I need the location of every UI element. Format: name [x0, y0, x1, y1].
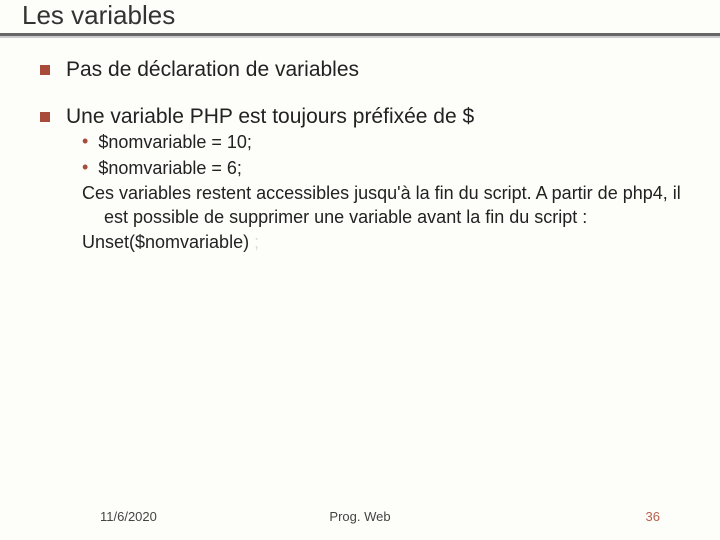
- slide: Les variables Pas de déclaration de vari…: [0, 0, 720, 540]
- page-number: 36: [646, 509, 660, 524]
- dot-bullet-icon: •: [82, 157, 88, 179]
- square-bullet-icon: [40, 65, 50, 75]
- square-bullet-icon: [40, 112, 50, 122]
- sub-bullet-text: $nomvariable = 10;: [98, 131, 252, 154]
- footer-title: Prog. Web: [329, 509, 390, 524]
- bullet-text: Une variable PHP est toujours préfixée d…: [66, 104, 474, 129]
- footer-date: 11/6/2020: [100, 509, 157, 524]
- footer: 11/6/2020 Prog. Web 36: [0, 509, 720, 524]
- slide-title: Les variables: [22, 0, 720, 31]
- dot-bullet-icon: •: [82, 131, 88, 153]
- code-line: Unset($nomvariable) ;: [82, 231, 690, 254]
- bullet-level1: Pas de déclaration de variables: [40, 57, 690, 82]
- bullet-level2: • $nomvariable = 10;: [82, 131, 690, 154]
- bullet-level1: Une variable PHP est toujours préfixée d…: [40, 104, 690, 129]
- sub-bullet-group: • $nomvariable = 10; • $nomvariable = 6;…: [40, 131, 690, 254]
- paragraph-text: Ces variables restent accessibles jusqu'…: [82, 182, 690, 229]
- unset-call: Unset($nomvariable): [82, 232, 249, 252]
- faded-semicolon: ;: [249, 232, 259, 252]
- title-divider: [0, 33, 720, 37]
- title-area: Les variables: [0, 0, 720, 31]
- paragraph-body: Ces variables restent accessibles jusqu'…: [82, 183, 681, 226]
- content-area: Pas de déclaration de variables Une vari…: [0, 35, 720, 254]
- bullet-text: Pas de déclaration de variables: [66, 57, 359, 82]
- sub-bullet-text: $nomvariable = 6;: [98, 157, 242, 180]
- bullet-level2: • $nomvariable = 6;: [82, 157, 690, 180]
